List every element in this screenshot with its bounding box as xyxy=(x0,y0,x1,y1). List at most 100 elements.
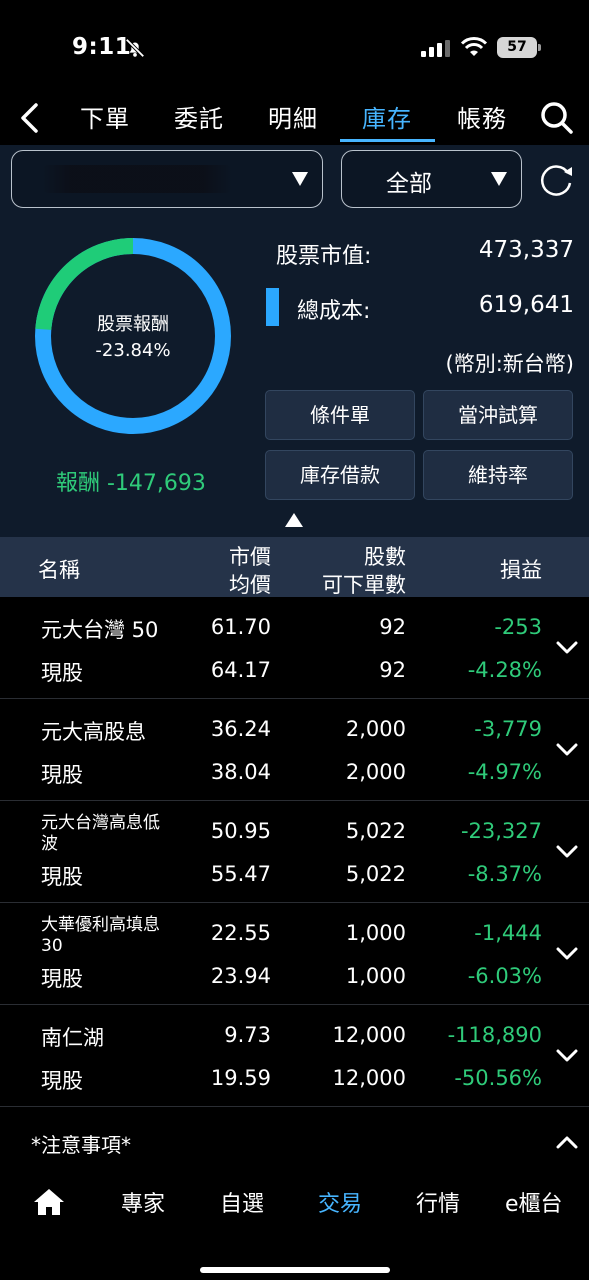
holding-row[interactable]: 元大台灣高息低波 現股 50.95 55.47 5,022 5,022 -23,… xyxy=(0,801,589,903)
nav-expert[interactable]: 專家 xyxy=(121,1186,165,1218)
home-indicator xyxy=(200,1267,390,1273)
conditional-order-button[interactable]: 條件單 xyxy=(265,390,415,440)
header-shares: 股數 xyxy=(364,545,406,569)
average-price: 38.04 xyxy=(210,760,271,784)
holding-row[interactable]: 南仁湖 現股 9.73 19.59 12,000 12,000 -118,890… xyxy=(0,1005,589,1107)
battery-icon: 57 xyxy=(497,37,541,58)
chevron-down-icon[interactable] xyxy=(556,947,578,961)
notice-bar[interactable]: *注意事項* xyxy=(0,1112,589,1172)
available-shares: 92 xyxy=(379,658,406,682)
filter-select[interactable]: 全部 xyxy=(341,150,522,208)
bottom-nav: 專家 自選 交易 行情 e櫃台 xyxy=(0,1172,589,1280)
collapse-up-icon[interactable] xyxy=(285,513,303,527)
header-available: 可下單數 xyxy=(322,573,406,597)
average-price: 19.59 xyxy=(210,1066,271,1090)
stock-name: 元大高股息 xyxy=(41,720,146,744)
market-price: 36.24 xyxy=(210,717,271,741)
profit-loss: -1,444 xyxy=(474,921,542,945)
stock-type: 現股 xyxy=(41,1069,83,1093)
filter-select-value: 全部 xyxy=(386,171,432,197)
profit-loss: -118,890 xyxy=(447,1023,542,1047)
holding-row[interactable]: 元大高股息 現股 36.24 38.04 2,000 2,000 -3,779 … xyxy=(0,699,589,801)
active-tab-indicator xyxy=(340,139,435,142)
available-shares: 1,000 xyxy=(345,964,406,988)
market-price: 9.73 xyxy=(224,1023,271,1047)
nav-watchlist[interactable]: 自選 xyxy=(220,1186,264,1218)
market-price: 50.95 xyxy=(210,819,271,843)
total-cost-label: 總成本: xyxy=(297,299,371,324)
market-value-label: 股票市值: xyxy=(276,244,372,269)
stock-name: 元大台灣高息低波 xyxy=(41,813,160,854)
available-shares: 12,000 xyxy=(332,1066,406,1090)
average-price: 64.17 xyxy=(210,658,271,682)
bell-off-icon xyxy=(125,38,145,58)
back-arrow-icon[interactable] xyxy=(16,101,42,135)
tab-details[interactable]: 明細 xyxy=(268,99,318,134)
stock-type: 現股 xyxy=(41,865,83,889)
tab-account[interactable]: 帳務 xyxy=(457,99,507,134)
return-donut-chart xyxy=(35,238,231,434)
status-bar: 9:11 57 xyxy=(0,0,589,95)
average-price: 23.94 xyxy=(210,964,271,988)
account-select[interactable] xyxy=(11,150,323,208)
trade-tab-bar: 下單 委託 明細 庫存 帳務 xyxy=(0,95,589,145)
market-price: 61.70 xyxy=(210,615,271,639)
maintenance-rate-button[interactable]: 維持率 xyxy=(423,450,573,500)
profit-loss-percent: -50.56% xyxy=(454,1066,542,1090)
tab-order[interactable]: 下單 xyxy=(80,99,130,134)
header-price: 市價 xyxy=(229,545,271,569)
header-avg: 均價 xyxy=(229,573,271,597)
chevron-down-icon[interactable] xyxy=(556,743,578,757)
nav-market[interactable]: 行情 xyxy=(416,1186,460,1218)
profit-loss-percent: -4.28% xyxy=(467,658,542,682)
profit-loss-percent: -4.97% xyxy=(467,760,542,784)
day-trade-calc-button[interactable]: 當沖試算 xyxy=(423,390,573,440)
nav-e-counter[interactable]: e櫃台 xyxy=(505,1186,563,1218)
wifi-icon xyxy=(460,37,488,56)
portfolio-summary-panel: 全部 股票報酬 -23.84% 報酬 -147,693 股票市值: 473,33… xyxy=(0,145,589,537)
chevron-down-icon[interactable] xyxy=(556,1049,578,1063)
caret-down-icon xyxy=(491,172,507,186)
shares: 2,000 xyxy=(345,717,406,741)
market-value: 473,337 xyxy=(478,237,574,263)
stock-name: 大華優利高填息30 xyxy=(41,915,160,956)
header-name: 名稱 xyxy=(38,558,80,582)
donut-label: 股票報酬 xyxy=(97,314,169,335)
shares: 1,000 xyxy=(345,921,406,945)
refresh-icon[interactable] xyxy=(537,161,575,199)
account-redacted xyxy=(42,165,232,193)
holding-row[interactable]: 大華優利高填息30 現股 22.55 23.94 1,000 1,000 -1,… xyxy=(0,903,589,1005)
holdings-table-header: 名稱 市價 均價 股數 可下單數 損益 xyxy=(0,537,589,597)
home-icon[interactable] xyxy=(33,1188,65,1216)
available-shares: 5,022 xyxy=(345,862,406,886)
shares: 92 xyxy=(379,615,406,639)
chevron-down-icon[interactable] xyxy=(556,641,578,655)
profit-loss-percent: -8.37% xyxy=(467,862,542,886)
search-icon[interactable] xyxy=(540,101,574,135)
header-pl: 損益 xyxy=(500,558,542,582)
total-cost: 619,641 xyxy=(478,292,574,318)
shares: 5,022 xyxy=(345,819,406,843)
stock-type: 現股 xyxy=(41,967,83,991)
caret-down-icon xyxy=(292,172,308,186)
profit-loss: -253 xyxy=(494,615,542,639)
holding-row[interactable]: 元大台灣 50 現股 61.70 64.17 92 92 -253 -4.28% xyxy=(0,597,589,699)
available-shares: 2,000 xyxy=(345,760,406,784)
total-return: 報酬 -147,693 xyxy=(56,471,206,496)
tab-inventory[interactable]: 庫存 xyxy=(362,99,412,134)
tab-commission[interactable]: 委託 xyxy=(174,99,224,134)
nav-trade[interactable]: 交易 xyxy=(318,1186,362,1218)
average-price: 55.47 xyxy=(210,862,271,886)
stock-type: 現股 xyxy=(41,763,83,787)
market-price: 22.55 xyxy=(210,921,271,945)
profit-loss: -3,779 xyxy=(474,717,542,741)
profit-loss-percent: -6.03% xyxy=(467,964,542,988)
profit-loss: -23,327 xyxy=(460,819,542,843)
currency-note: (幣別:新台幣) xyxy=(445,352,574,376)
inventory-loan-button[interactable]: 庫存借款 xyxy=(265,450,415,500)
chevron-up-icon[interactable] xyxy=(556,1135,578,1149)
stock-name: 元大台灣 50 xyxy=(41,618,159,642)
chevron-down-icon[interactable] xyxy=(556,845,578,859)
donut-value: -23.84% xyxy=(95,340,171,361)
stock-name: 南仁湖 xyxy=(41,1026,104,1050)
